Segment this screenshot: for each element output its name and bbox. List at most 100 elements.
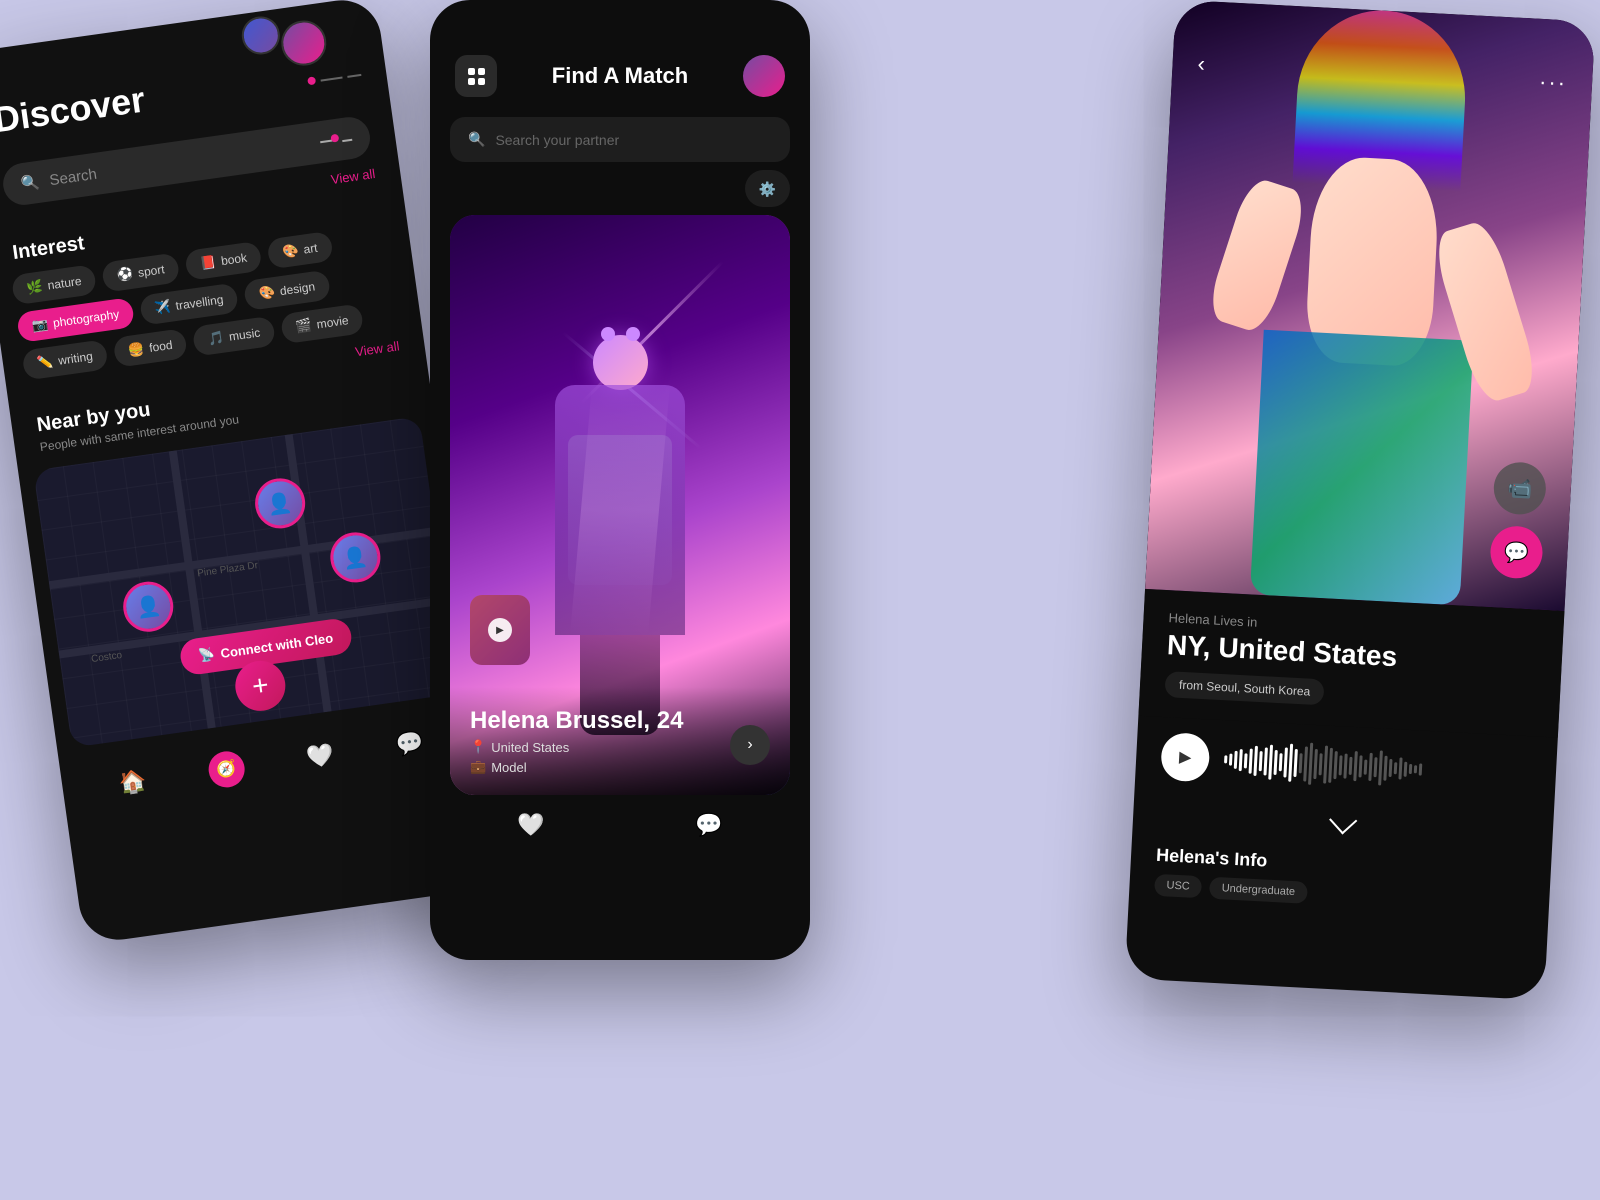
card-profession: 💼 Model	[470, 759, 683, 775]
briefcase-icon: 💼	[470, 759, 486, 775]
wave-bar-23	[1339, 755, 1343, 775]
video-thumbnail[interactable]: ▶	[470, 595, 530, 665]
message-button[interactable]: 💬	[1489, 525, 1544, 580]
wave-bar-20	[1323, 746, 1328, 784]
arm-left	[1204, 175, 1309, 335]
tag-sport[interactable]: ⚽ sport	[101, 252, 180, 292]
info-pill-usc: USC	[1154, 874, 1202, 898]
audio-play-button[interactable]: ▶	[1160, 732, 1210, 782]
map-area: 👤 👤 👤 Pine Plaza Dr Costco 📡 Connect wit…	[33, 416, 458, 748]
find-match-header: Find A Match	[430, 0, 810, 112]
wave-bar-8	[1263, 747, 1267, 775]
wave-bar-22	[1333, 751, 1337, 779]
tag-movie[interactable]: 🎬 movie	[280, 303, 365, 344]
phone-find-match: Find A Match 🔍 Search your partner ⚙️	[430, 0, 810, 960]
dress-area	[1250, 329, 1474, 605]
location-pin-icon: 📍	[470, 739, 486, 755]
tag-sport-label: sport	[137, 262, 165, 280]
wave-bar-33	[1389, 759, 1393, 777]
tag-book[interactable]: 📕 book	[184, 241, 263, 281]
from-badge: from Seoul, South Korea	[1164, 671, 1325, 705]
tag-movie-label: movie	[316, 313, 350, 331]
wave-bar-13	[1288, 744, 1293, 782]
tag-writing-label: writing	[57, 349, 93, 368]
plus-icon: +	[250, 669, 271, 703]
nav-chat-icon[interactable]: 💬	[394, 729, 425, 759]
wave-bar-10	[1274, 749, 1278, 774]
audio-player: ▶	[1160, 732, 1532, 799]
info-pill-undergraduate: Undergraduate	[1209, 877, 1307, 904]
wave-bar-12	[1283, 747, 1288, 777]
filter-container: ⚙️	[450, 170, 790, 207]
profile-hero: ‹ ··· 📹 💬	[1145, 0, 1595, 611]
wave-bar-29	[1368, 753, 1372, 781]
tag-nature[interactable]: 🌿 nature	[11, 264, 98, 305]
tag-nature-label: nature	[47, 274, 83, 293]
nav-heart-icon[interactable]: 🤍	[305, 741, 336, 771]
wave-bar-14	[1293, 749, 1297, 777]
profile-info: Helena Lives in NY, United States from S…	[1138, 589, 1564, 738]
back-button[interactable]: ‹	[1197, 51, 1206, 77]
tag-travelling[interactable]: ✈️ travelling	[139, 282, 239, 325]
tag-art[interactable]: 🎨 art	[267, 231, 334, 270]
grid-dot-3	[468, 78, 475, 85]
tag-food-label: food	[148, 338, 173, 355]
video-camera-icon: 📹	[1507, 475, 1533, 501]
wave-bar-26	[1353, 751, 1358, 781]
tag-food[interactable]: 🍔 food	[112, 328, 188, 368]
wave-bar-18	[1313, 749, 1318, 779]
wifi-icon: 📡	[197, 646, 215, 664]
wave-bar-27	[1358, 755, 1362, 777]
p2-heart-icon[interactable]: 🤍	[517, 812, 544, 838]
wave-bar-0	[1224, 755, 1227, 763]
grid-dot-2	[478, 68, 485, 75]
wave-bar-16	[1303, 746, 1308, 781]
wave-bar-5	[1249, 748, 1253, 773]
tag-music-label: music	[228, 326, 261, 344]
wave-bar-31	[1378, 750, 1383, 785]
wave-bar-3	[1239, 749, 1243, 771]
wave-bar-19	[1319, 753, 1323, 775]
tag-writing[interactable]: ✏️ writing	[21, 339, 108, 380]
more-options-button[interactable]: ···	[1538, 69, 1567, 96]
play-icon-small[interactable]: ▶	[488, 618, 512, 642]
grid-dot-1	[468, 68, 475, 75]
wave-bar-38	[1414, 765, 1417, 773]
tag-book-label: book	[220, 251, 248, 268]
wave-bar-35	[1398, 757, 1402, 779]
chevron-right-icon: ›	[747, 736, 752, 754]
phone-profile: ‹ ··· 📹 💬 Helena Lives in NY, United Sta…	[1125, 0, 1596, 1000]
wave-bar-6	[1253, 746, 1258, 776]
p2-chat-icon[interactable]: 💬	[695, 812, 722, 838]
grid-menu-icon[interactable]	[455, 55, 497, 97]
wave-bar-28	[1364, 759, 1368, 774]
nav-compass-icon[interactable]: 🧭	[206, 749, 247, 790]
tag-photography-label: photography	[52, 307, 120, 330]
wave-bar-15	[1299, 753, 1303, 773]
tag-photography[interactable]: 📷 photography	[16, 297, 135, 343]
play-overlay: ▶	[470, 595, 530, 665]
figure-head	[593, 335, 648, 390]
match-card: ▶ Helena Brussel, 24 📍 United States 💼 M…	[450, 215, 790, 795]
user-avatar[interactable]	[743, 55, 785, 97]
wave-bar-9	[1268, 744, 1273, 779]
card-info: Helena Brussel, 24 📍 United States 💼 Mod…	[450, 687, 790, 795]
filter-sliders-icon: ⚙️	[759, 181, 776, 197]
video-call-button[interactable]: 📹	[1493, 461, 1548, 516]
connect-btn-label: Connect with Cleo	[220, 630, 334, 661]
next-card-button[interactable]: ›	[730, 725, 770, 765]
wave-bar-34	[1394, 762, 1398, 774]
filter-button[interactable]: ⚙️	[745, 170, 790, 207]
nav-home-icon[interactable]: 🏠	[117, 768, 148, 798]
wave-bar-17	[1308, 743, 1313, 785]
search-icon: 🔍	[20, 173, 41, 193]
tag-music[interactable]: 🎵 music	[192, 316, 276, 357]
tag-design-label: design	[279, 279, 316, 298]
p2-bottom-nav: 🤍 💬	[430, 800, 810, 850]
find-match-title: Find A Match	[552, 63, 688, 89]
tag-design[interactable]: 🎨 design	[243, 270, 331, 311]
filter-icon[interactable]	[320, 135, 353, 145]
wave-bar-39	[1419, 763, 1423, 775]
wave-bar-36	[1404, 761, 1408, 776]
partner-search-container[interactable]: 🔍 Search your partner	[450, 117, 790, 162]
